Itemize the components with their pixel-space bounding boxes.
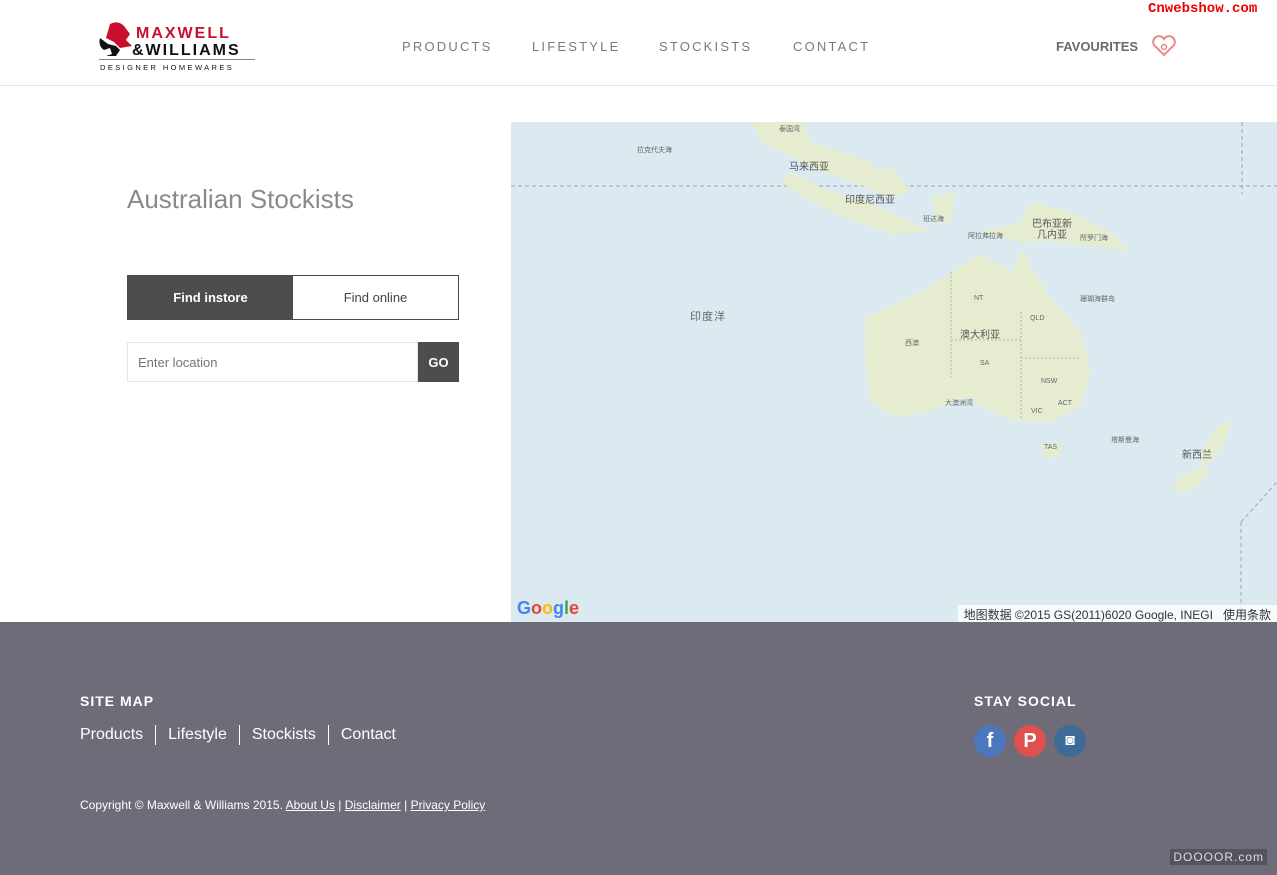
separator: | bbox=[338, 798, 342, 812]
footer-link-contact[interactable]: Contact bbox=[327, 725, 408, 745]
svg-text:&WILLIAMS: &WILLIAMS bbox=[132, 42, 241, 59]
site-header: MAXWELL &WILLIAMS DESIGNER HOMEWARES PRO… bbox=[0, 0, 1277, 86]
terms-link[interactable]: 使用条款 bbox=[1223, 608, 1271, 622]
map-label: 泰国湾 bbox=[779, 126, 800, 133]
google-logo[interactable]: Google bbox=[517, 598, 579, 619]
attribution-text: 地图数据 ©2015 GS(2011)6020 Google, INEGI bbox=[963, 608, 1213, 622]
watermark: DOOOOR.com bbox=[1170, 849, 1267, 865]
map-label: 西澳 bbox=[905, 340, 919, 347]
footer-link-lifestyle[interactable]: Lifestyle bbox=[155, 725, 239, 745]
map-label: QLD bbox=[1030, 315, 1045, 322]
location-input[interactable] bbox=[127, 342, 418, 382]
map-label: ACT bbox=[1058, 400, 1072, 407]
nav-lifestyle[interactable]: LIFESTYLE bbox=[532, 39, 620, 54]
favourites-link[interactable]: FAVOURITES bbox=[1056, 39, 1138, 54]
stockist-map[interactable]: 泰国湾 拉克代夫海 马来西亚 印度尼西亚 班达海 巴布亚新 几内亚 阿拉弗拉海 … bbox=[511, 122, 1277, 622]
map-label: NT bbox=[974, 295, 984, 302]
facebook-icon[interactable]: f bbox=[974, 725, 1006, 757]
maxwell-williams-logo[interactable]: MAXWELL &WILLIAMS DESIGNER HOMEWARES bbox=[96, 20, 258, 72]
map-label: SA bbox=[980, 360, 990, 367]
site-footer: SITE MAP Products Lifestyle Stockists Co… bbox=[0, 622, 1277, 875]
separator: | bbox=[404, 798, 408, 812]
footer-link-stockists[interactable]: Stockists bbox=[238, 725, 328, 745]
heart-icon[interactable] bbox=[1151, 34, 1177, 63]
map-label: 大澳洲湾 bbox=[945, 400, 973, 407]
sitemap-heading: SITE MAP bbox=[80, 693, 155, 709]
find-tabs: Find instore Find online bbox=[127, 275, 459, 320]
map-label: 班达海 bbox=[923, 216, 944, 223]
instagram-icon[interactable]: ◙ bbox=[1054, 725, 1086, 757]
map-label: 阿拉弗拉海 bbox=[968, 233, 1003, 240]
map-label: 新西兰 bbox=[1182, 450, 1212, 461]
watermark: Cnwebshow.com bbox=[1148, 1, 1258, 17]
copyright: Copyright © Maxwell & Williams 2015. Abo… bbox=[80, 798, 485, 812]
copyright-text: Copyright © Maxwell & Williams 2015. bbox=[80, 798, 283, 812]
tab-find-instore[interactable]: Find instore bbox=[128, 276, 293, 319]
about-link[interactable]: About Us bbox=[286, 798, 335, 812]
map-label: 马来西亚 bbox=[789, 162, 829, 173]
social-heading: STAY SOCIAL bbox=[974, 693, 1077, 709]
map-label: 几内亚 bbox=[1037, 230, 1067, 241]
map-label: 塔斯曼海 bbox=[1111, 437, 1139, 444]
tab-find-online[interactable]: Find online bbox=[293, 276, 458, 319]
disclaimer-link[interactable]: Disclaimer bbox=[345, 798, 401, 812]
footer-link-products[interactable]: Products bbox=[80, 725, 155, 745]
map-label: 印度尼西亚 bbox=[845, 195, 895, 206]
map-label: 所罗门海 bbox=[1080, 235, 1108, 242]
map-label: VIC bbox=[1031, 408, 1043, 415]
sitemap-links: Products Lifestyle Stockists Contact bbox=[80, 725, 408, 745]
svg-text:MAXWELL: MAXWELL bbox=[136, 25, 231, 42]
map-label: 澳大利亚 bbox=[960, 330, 1000, 341]
map-attribution: 地图数据 ©2015 GS(2011)6020 Google, INEGI 使用… bbox=[957, 605, 1277, 622]
pinterest-icon[interactable]: P bbox=[1014, 725, 1046, 757]
page-title: Australian Stockists bbox=[127, 184, 354, 214]
svg-text:DESIGNER HOMEWARES: DESIGNER HOMEWARES bbox=[100, 63, 234, 72]
nav-contact[interactable]: CONTACT bbox=[793, 39, 870, 54]
nav-stockists[interactable]: STOCKISTS bbox=[659, 39, 752, 54]
map-label: 印度洋 bbox=[690, 311, 726, 323]
map-label: TAS bbox=[1044, 444, 1058, 451]
go-button[interactable]: GO bbox=[418, 342, 459, 382]
map-label: NSW bbox=[1041, 378, 1058, 385]
map-label: 珊瑚海群岛 bbox=[1080, 296, 1115, 303]
map-label: 拉克代夫海 bbox=[637, 147, 672, 154]
nav-products[interactable]: PRODUCTS bbox=[402, 39, 493, 54]
privacy-link[interactable]: Privacy Policy bbox=[411, 798, 486, 812]
